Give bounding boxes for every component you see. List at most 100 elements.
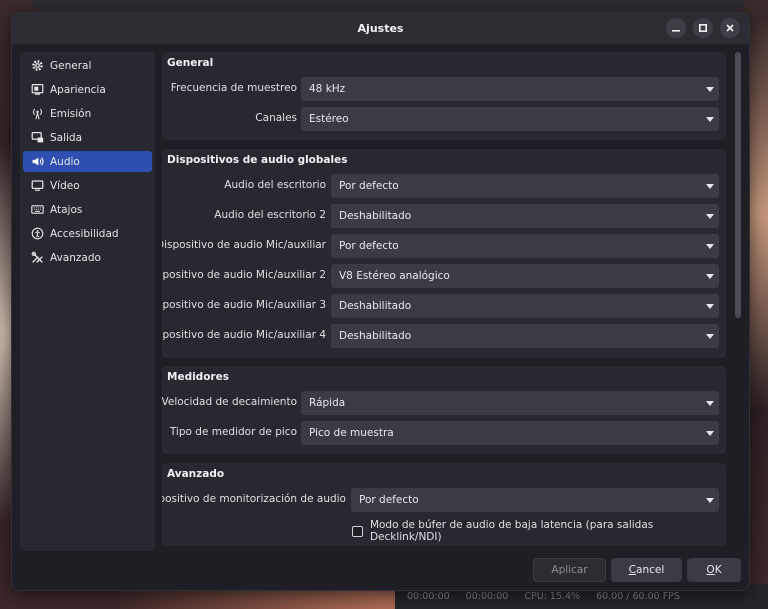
settings-dialog: Ajustes General Apariencia Emisión Salid… [11, 12, 750, 591]
output-icon [30, 131, 44, 145]
chevron-down-icon [701, 391, 719, 415]
sidebar-item-label: Apariencia [50, 83, 106, 96]
group-meters: Medidores Velocidad de decaimiento Rápid… [162, 366, 726, 454]
chevron-down-icon [701, 324, 719, 348]
maximize-icon [699, 24, 707, 32]
dialog-title: Ajustes [357, 22, 404, 35]
select-value: Estéreo [309, 113, 349, 125]
sidebar-item-label: Emisión [50, 107, 92, 120]
gear-icon [30, 59, 44, 73]
sidebar-item-label: Salida [50, 131, 83, 144]
group-general: General Frecuencia de muestreo 48 kHz Ca… [162, 52, 726, 140]
setting-row: Dispositivo de audio Mic/auxiliar Por de… [162, 234, 726, 258]
settings-sidebar: General Apariencia Emisión Salida Audio [20, 52, 155, 551]
close-button[interactable] [720, 18, 740, 38]
setting-label: Dispositivo de audio Mic/auxiliar 2 [162, 269, 326, 281]
sidebar-item-audio[interactable]: Audio [23, 151, 152, 172]
mic-aux-2-select[interactable]: V8 Estéreo analógico [331, 264, 719, 288]
sidebar-item-salida[interactable]: Salida [23, 127, 152, 148]
sample-rate-select[interactable]: 48 kHz [301, 77, 719, 101]
sidebar-item-atajos[interactable]: Atajos [23, 199, 152, 220]
speaker-icon [30, 155, 44, 169]
sidebar-item-video[interactable]: Vídeo [23, 175, 152, 196]
select-value: Rápida [309, 397, 346, 409]
appearance-icon [30, 83, 44, 97]
status-cpu: CPU: 15.4% [524, 591, 581, 602]
broadcast-icon [30, 107, 44, 121]
monitoring-device-select[interactable]: Por defecto [351, 488, 719, 512]
setting-row: Audio del escritorio Por defecto [162, 174, 726, 198]
select-value: 48 kHz [309, 83, 346, 95]
maximize-button[interactable] [693, 18, 713, 38]
sidebar-item-label: General [50, 59, 92, 72]
sidebar-item-general[interactable]: General [23, 55, 152, 76]
group-title: Medidores [167, 371, 229, 383]
accessibility-icon [30, 227, 44, 241]
setting-label: Velocidad de decaimiento [162, 396, 297, 408]
settings-content: General Frecuencia de muestreo 48 kHz Ca… [162, 52, 736, 546]
sidebar-item-accesibilidad[interactable]: Accesibilidad [23, 223, 152, 244]
setting-row: Tipo de medidor de pico Pico de muestra [162, 421, 726, 445]
setting-row: Dispositivo de audio Mic/auxiliar 4 Desh… [162, 324, 726, 348]
tools-icon [30, 251, 44, 265]
group-title: General [167, 57, 214, 69]
low-latency-buffer-checkbox[interactable]: Modo de búfer de audio de baja latencia … [352, 519, 726, 543]
desktop-audio-2-select[interactable]: Deshabilitado [331, 204, 719, 228]
status-record-time: 00:00:00 [465, 591, 509, 602]
apply-button-label: Aplicar [551, 564, 588, 576]
setting-row: Dispositivo de audio Mic/auxiliar 2 V8 E… [162, 264, 726, 288]
sidebar-item-label: Accesibilidad [50, 227, 119, 240]
cancel-button-label: Cancel [628, 564, 665, 576]
sidebar-item-avanzado[interactable]: Avanzado [23, 247, 152, 268]
sidebar-item-apariencia[interactable]: Apariencia [23, 79, 152, 100]
setting-row: Frecuencia de muestreo 48 kHz [162, 77, 726, 101]
checkbox-box[interactable] [352, 525, 363, 537]
sidebar-item-emision[interactable]: Emisión [23, 103, 152, 124]
apply-button[interactable]: Aplicar [533, 558, 606, 582]
mic-aux-select[interactable]: Por defecto [331, 234, 719, 258]
select-value: Por defecto [339, 240, 399, 252]
cancel-button[interactable]: Cancel [611, 558, 682, 582]
chevron-down-icon [701, 174, 719, 198]
setting-label: Audio del escritorio 2 [214, 209, 326, 221]
minimize-icon [672, 30, 680, 32]
select-value: Por defecto [339, 180, 399, 192]
setting-label: Dispositivo de audio Mic/auxiliar 3 [162, 299, 326, 311]
chevron-down-icon [701, 77, 719, 101]
background-window [33, 0, 745, 10]
chevron-down-icon [701, 264, 719, 288]
select-value: V8 Estéreo analógico [339, 270, 450, 282]
content-scrollbar[interactable] [734, 52, 742, 546]
title-bar: Ajustes [12, 13, 749, 44]
setting-label: Frecuencia de muestreo [170, 82, 297, 94]
ok-button-label: OK [706, 564, 722, 576]
chevron-down-icon [701, 107, 719, 131]
status-fps: 60.00 / 60.00 FPS [596, 591, 680, 602]
setting-label: Dispositivo de audio Mic/auxiliar 4 [162, 329, 326, 341]
checkbox-label: Modo de búfer de audio de baja latencia … [369, 519, 654, 543]
channels-select[interactable]: Estéreo [301, 107, 719, 131]
setting-row: Velocidad de decaimiento Rápida [162, 391, 726, 415]
setting-label: Tipo de medidor de pico [169, 426, 297, 438]
close-icon [726, 24, 734, 32]
sidebar-item-label: Audio [50, 155, 80, 168]
mic-aux-4-select[interactable]: Deshabilitado [331, 324, 719, 348]
peak-meter-type-select[interactable]: Pico de muestra [301, 421, 719, 445]
status-stream-time: 00:00:00 [407, 591, 450, 602]
scrollbar-thumb[interactable] [735, 52, 741, 318]
setting-label: Dispositivo de monitorización de audio [162, 493, 346, 505]
setting-row: Canales Estéreo [162, 107, 726, 131]
select-value: Deshabilitado [339, 330, 412, 342]
chevron-down-icon [701, 234, 719, 258]
ok-button[interactable]: OK [687, 558, 741, 582]
setting-label: Audio del escritorio [224, 179, 326, 191]
group-title: Avanzado [167, 468, 225, 480]
desktop-audio-select[interactable]: Por defecto [331, 174, 719, 198]
decay-rate-select[interactable]: Rápida [301, 391, 719, 415]
setting-label: Dispositivo de audio Mic/auxiliar [162, 239, 326, 251]
mic-aux-3-select[interactable]: Deshabilitado [331, 294, 719, 318]
select-value: Deshabilitado [339, 300, 412, 312]
sidebar-item-label: Avanzado [50, 251, 101, 264]
minimize-button[interactable] [666, 18, 686, 38]
chevron-down-icon [701, 294, 719, 318]
